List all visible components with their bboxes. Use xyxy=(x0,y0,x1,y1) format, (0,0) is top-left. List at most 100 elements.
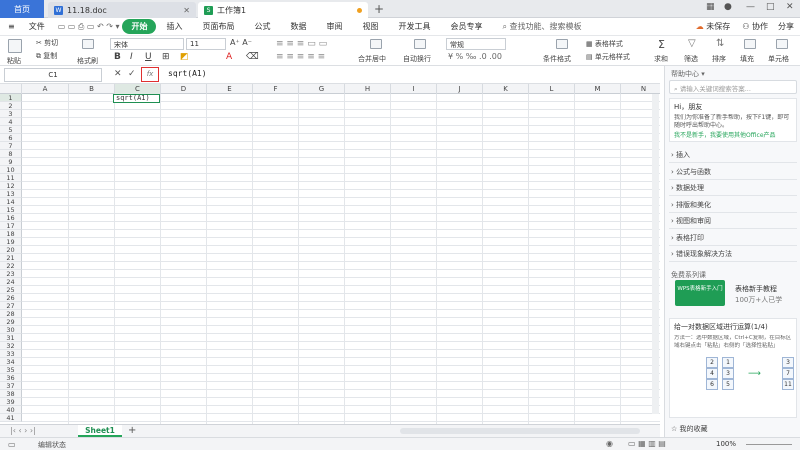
sheet-tab-sheet1[interactable]: Sheet1 xyxy=(78,425,122,437)
favorites-button[interactable]: ☆ 我的收藏 xyxy=(671,424,708,434)
help-category-item[interactable]: › 数据处理 xyxy=(671,183,704,193)
row-header-21[interactable]: 21 xyxy=(0,254,22,262)
minimize-icon[interactable]: — xyxy=(746,2,755,12)
column-header-l[interactable]: L xyxy=(529,84,575,94)
zoom-slider[interactable] xyxy=(746,444,792,445)
menu-review[interactable]: 审阅 xyxy=(316,21,352,32)
merge-icon[interactable] xyxy=(370,39,382,49)
insert-function-button[interactable]: fx xyxy=(141,67,159,82)
sort-icon[interactable]: ⇅ xyxy=(716,38,724,49)
help-category-item[interactable]: › 公式与函数 xyxy=(671,167,711,177)
paste-icon[interactable] xyxy=(8,39,22,53)
font-color-icon[interactable]: A xyxy=(226,52,232,62)
fill-button[interactable]: 填充 xyxy=(740,54,754,64)
wrap-icon[interactable] xyxy=(414,39,426,49)
row-header-28[interactable]: 28 xyxy=(0,310,22,318)
row-header-41[interactable]: 41 xyxy=(0,414,22,422)
conditional-format-button[interactable]: 条件格式 xyxy=(543,54,571,64)
tip-card[interactable]: 给一对数据区域进行运算(1/4) 方法一：选中数据区域，Ctrl+C复制，在目标… xyxy=(669,318,797,418)
macro-icon[interactable]: ▭ xyxy=(8,440,16,449)
view-mode-icons[interactable]: ▭ ▦ ▥ ▤ xyxy=(628,439,666,448)
help-category-item[interactable]: › 错误现象解决方法 xyxy=(671,249,732,259)
sheet-nav-icons[interactable]: |‹ ‹ › ›| xyxy=(10,426,36,435)
filter-icon[interactable]: ▽ xyxy=(688,38,696,49)
row-header-18[interactable]: 18 xyxy=(0,230,22,238)
quick-access-icons[interactable]: ▭ ▭ ⎙ ▭ ↶ ↷ ▾ xyxy=(55,22,123,32)
bold-button[interactable]: B xyxy=(114,52,121,62)
clear-format-icon[interactable]: ⌫ xyxy=(246,52,259,62)
row-header-3[interactable]: 3 xyxy=(0,110,22,118)
active-cell-c1[interactable]: sqrt(A1) xyxy=(113,94,160,103)
border-icon[interactable]: ⊞ xyxy=(162,52,170,62)
row-header-11[interactable]: 11 xyxy=(0,174,22,182)
cancel-icon[interactable]: ✕ xyxy=(114,69,122,79)
zoom-level[interactable]: 100% xyxy=(716,440,736,448)
row-header-35[interactable]: 35 xyxy=(0,366,22,374)
help-category-item[interactable]: › 插入 xyxy=(671,150,690,160)
row-header-17[interactable]: 17 xyxy=(0,222,22,230)
course-title[interactable]: 表格新手教程 xyxy=(735,284,777,294)
name-box[interactable]: C1 xyxy=(4,68,102,82)
add-sheet-button[interactable]: + xyxy=(128,425,136,436)
help-category-item[interactable]: › 表格打印 xyxy=(671,233,704,243)
row-header-14[interactable]: 14 xyxy=(0,198,22,206)
cell-button[interactable]: 单元格 xyxy=(768,54,789,64)
column-header-f[interactable]: F xyxy=(253,84,299,94)
row-header-2[interactable]: 2 xyxy=(0,102,22,110)
row-header-23[interactable]: 23 xyxy=(0,270,22,278)
row-header-37[interactable]: 37 xyxy=(0,382,22,390)
row-header-7[interactable]: 7 xyxy=(0,142,22,150)
row-header-5[interactable]: 5 xyxy=(0,126,22,134)
column-header-e[interactable]: E xyxy=(207,84,253,94)
row-header-30[interactable]: 30 xyxy=(0,326,22,334)
column-header-c[interactable]: C xyxy=(115,84,161,94)
cell-style-button[interactable]: ▤ 单元格样式 xyxy=(586,52,630,62)
row-header-31[interactable]: 31 xyxy=(0,334,22,342)
confirm-icon[interactable]: ✓ xyxy=(128,69,136,79)
wrap-text-button[interactable]: 自动换行 xyxy=(403,54,431,64)
font-name-select[interactable]: 宋体 xyxy=(110,38,184,50)
column-header-i[interactable]: I xyxy=(391,84,437,94)
font-grow-icon[interactable]: A⁺ A⁻ xyxy=(230,38,252,47)
row-header-16[interactable]: 16 xyxy=(0,214,22,222)
row-header-40[interactable]: 40 xyxy=(0,406,22,414)
grid-view-icon[interactable]: ▦ xyxy=(706,2,715,12)
column-header-g[interactable]: G xyxy=(299,84,345,94)
row-header-34[interactable]: 34 xyxy=(0,358,22,366)
row-header-29[interactable]: 29 xyxy=(0,318,22,326)
merge-center-button[interactable]: 合并居中 xyxy=(358,54,386,64)
italic-button[interactable]: I xyxy=(130,52,133,62)
menu-insert[interactable]: 插入 xyxy=(156,21,192,32)
row-header-39[interactable]: 39 xyxy=(0,398,22,406)
column-header-k[interactable]: K xyxy=(483,84,529,94)
maximize-icon[interactable]: □ xyxy=(766,2,775,12)
format-painter-button[interactable]: 格式刷 xyxy=(77,56,98,66)
format-painter-icon[interactable] xyxy=(82,39,94,49)
horizontal-scrollbar[interactable] xyxy=(400,428,640,434)
font-size-select[interactable]: 11 xyxy=(186,38,226,50)
align-left-icons[interactable]: ≡ ≡ ≡ ≡ ≡ xyxy=(276,52,325,62)
sum-icon[interactable]: Σ xyxy=(658,38,665,51)
column-header-a[interactable]: A xyxy=(22,84,69,94)
tab-document[interactable]: W 11.18.doc ✕ xyxy=(48,2,196,18)
menu-home[interactable]: 开始 xyxy=(122,19,157,34)
row-header-27[interactable]: 27 xyxy=(0,302,22,310)
course-thumbnail[interactable]: WPS表格新手入门 xyxy=(675,280,725,306)
align-top-icons[interactable]: ≡ ≡ ≡ ▭ ▭ xyxy=(276,39,327,49)
row-header-9[interactable]: 9 xyxy=(0,158,22,166)
cut-button[interactable]: ✂ 剪切 xyxy=(36,38,58,48)
help-category-item[interactable]: › 排版和美化 xyxy=(671,200,711,210)
row-header-22[interactable]: 22 xyxy=(0,262,22,270)
menu-developer[interactable]: 开发工具 xyxy=(388,21,440,32)
row-header-15[interactable]: 15 xyxy=(0,206,22,214)
menu-view[interactable]: 视图 xyxy=(352,21,388,32)
menu-formulas[interactable]: 公式 xyxy=(244,21,280,32)
row-header-38[interactable]: 38 xyxy=(0,390,22,398)
share-button[interactable]: 分享 xyxy=(774,21,800,32)
row-header-32[interactable]: 32 xyxy=(0,342,22,350)
other-products-link[interactable]: 我不是新手，我要使用其他Office产品 xyxy=(674,130,792,139)
number-format-icons[interactable]: ¥ % ‰ .0 .00 xyxy=(448,52,502,61)
menu-member[interactable]: 会员专享 xyxy=(440,21,492,32)
row-header-26[interactable]: 26 xyxy=(0,294,22,302)
row-header-10[interactable]: 10 xyxy=(0,166,22,174)
